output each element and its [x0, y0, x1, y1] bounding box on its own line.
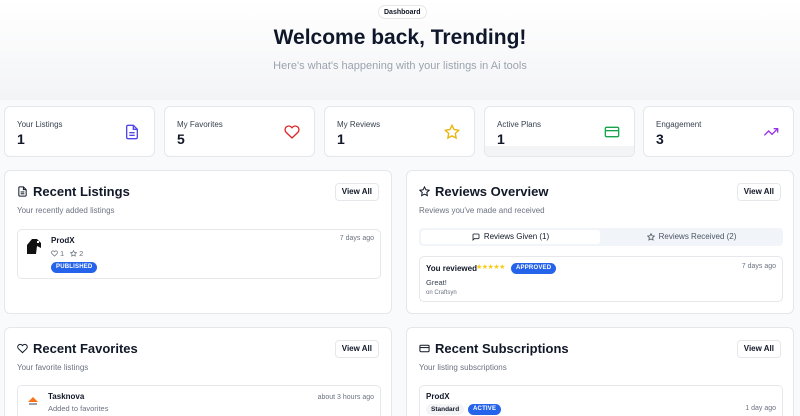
subscription-time: 1 day ago	[745, 405, 776, 412]
stars-count: 2	[79, 249, 84, 258]
status-badge: APPROVED	[511, 263, 557, 274]
stat-label: My Favorites	[177, 120, 223, 129]
credit-card-icon	[604, 126, 620, 138]
favorite-name[interactable]: Tasknova	[48, 392, 84, 401]
heart-icon	[51, 250, 58, 257]
stat-value: 1	[497, 131, 505, 147]
page-subtitle: Here's what's happening with your listin…	[273, 60, 527, 72]
likes-count: 1	[60, 249, 65, 258]
card-subtitle: Your listing subscriptions	[419, 363, 507, 372]
view-all-button[interactable]: View All	[334, 340, 379, 358]
message-square-icon	[472, 233, 480, 241]
view-all-button[interactable]: View All	[334, 183, 379, 201]
listing-stats: 1 2	[51, 249, 83, 258]
view-all-button[interactable]: View All	[736, 183, 781, 201]
stat-label: Your Listings	[17, 120, 63, 129]
status-badge: ACTIVE	[468, 404, 502, 415]
tasknova-logo-icon	[28, 397, 38, 405]
list-item[interactable]: Tasknova Added to favorites about 3 hour…	[17, 385, 381, 416]
stat-card-active-plans[interactable]: Active Plans 1	[484, 106, 635, 157]
favorite-note: Added to favorites	[48, 404, 109, 413]
card-subtitle: Reviews you've made and received	[419, 206, 545, 215]
page-title: Welcome back, Trending!	[273, 26, 527, 49]
reviews-tabs: Reviews Given (1) Reviews Received (2)	[419, 228, 783, 246]
stat-value: 1	[337, 131, 345, 147]
card-title: Recent Favorites	[17, 341, 138, 356]
card-shade	[485, 146, 634, 156]
review-item[interactable]: You reviewed ★★★★★ APPROVED 7 days ago G…	[419, 256, 783, 302]
stat-label: My Reviews	[337, 120, 381, 129]
hero-section: Dashboard Welcome back, Trending! Here's…	[0, 0, 800, 100]
stat-label: Engagement	[656, 120, 702, 129]
card-subtitle: Your favorite listings	[17, 363, 89, 372]
card-title-text: Recent Subscriptions	[435, 341, 569, 356]
document-icon	[18, 186, 27, 197]
status-badge: PUBLISHED	[51, 262, 98, 273]
recent-favorites-card: Recent Favorites Your favorite listings …	[4, 327, 392, 416]
card-title-text: Recent Favorites	[33, 341, 138, 356]
stat-card-favorites[interactable]: My Favorites 5	[164, 106, 315, 157]
heart-icon	[17, 343, 28, 354]
stars-stat: 2	[70, 249, 83, 258]
reviews-overview-card: Reviews Overview Reviews you've made and…	[406, 170, 794, 314]
subscription-item[interactable]: ProdX Standard ACTIVE 1 day ago	[419, 385, 783, 416]
credit-card-icon	[419, 344, 430, 353]
card-title-text: Reviews Overview	[435, 184, 549, 199]
document-icon	[126, 124, 138, 140]
list-item[interactable]: ProdX 7 days ago 1 2 PUBLISHED	[17, 229, 381, 279]
listing-name[interactable]: ProdX	[51, 236, 75, 245]
rating-stars: ★★★★★	[476, 264, 505, 271]
card-subtitle: Your recently added listings	[17, 206, 115, 215]
review-lead: You reviewed	[426, 264, 477, 273]
stat-card-listings[interactable]: Your Listings 1	[4, 106, 155, 157]
star-icon	[419, 186, 430, 197]
tab-label: Reviews Received (2)	[658, 232, 737, 241]
favorite-time: about 3 hours ago	[317, 394, 374, 401]
card-title: Recent Subscriptions	[419, 341, 569, 356]
recent-listings-card: Recent Listings Your recently added list…	[4, 170, 392, 314]
dashboard-badge: Dashboard	[378, 5, 427, 19]
card-title: Reviews Overview	[419, 184, 548, 199]
heart-icon	[284, 125, 300, 139]
stat-card-reviews[interactable]: My Reviews 1	[324, 106, 475, 157]
stat-value: 5	[177, 131, 185, 147]
plan-badge: Standard	[426, 404, 465, 415]
star-icon	[646, 233, 655, 241]
likes-stat: 1	[51, 249, 64, 258]
star-icon	[70, 250, 78, 257]
tab-label: Reviews Given (1)	[483, 232, 550, 241]
review-target: on Craftsyn	[426, 290, 457, 296]
tab-reviews-received[interactable]: Reviews Received (2)	[602, 230, 781, 244]
card-title-text: Recent Listings	[33, 184, 130, 199]
star-icon	[444, 124, 460, 140]
stat-card-engagement[interactable]: Engagement 3	[643, 106, 794, 157]
stat-value: 1	[17, 131, 25, 147]
trending-up-icon	[763, 128, 779, 136]
card-title: Recent Listings	[17, 184, 130, 199]
subscription-name[interactable]: ProdX	[426, 392, 450, 401]
review-time: 7 days ago	[741, 263, 776, 270]
stat-value: 3	[656, 131, 664, 147]
review-text: Great!	[426, 278, 447, 287]
stat-label: Active Plans	[497, 120, 542, 129]
recent-subscriptions-card: Recent Subscriptions Your listing subscr…	[406, 327, 794, 416]
view-all-button[interactable]: View All	[736, 340, 781, 358]
tab-reviews-given[interactable]: Reviews Given (1)	[421, 230, 600, 244]
listing-time: 7 days ago	[339, 235, 374, 242]
listing-logo-icon	[27, 239, 41, 254]
